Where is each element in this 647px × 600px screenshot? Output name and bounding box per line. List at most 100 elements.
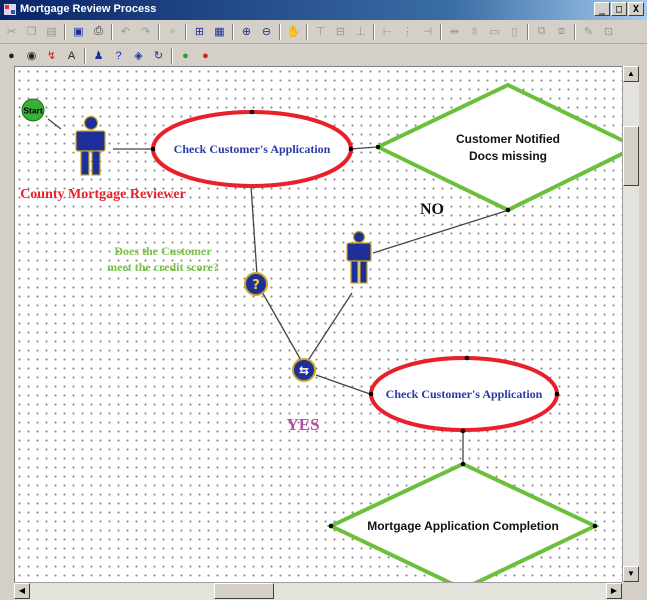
red-node-icon[interactable]: ● bbox=[198, 48, 213, 63]
layout-icon[interactable]: ⊡ bbox=[601, 24, 616, 39]
pan-icon[interactable]: ✋ bbox=[286, 24, 301, 39]
align-center-icon[interactable]: ⋮ bbox=[400, 24, 415, 39]
actor1-head bbox=[83, 115, 99, 131]
toolbar-separator bbox=[232, 23, 234, 40]
question-label-line1: Does the Customer bbox=[114, 244, 212, 258]
vertical-scroll-thumb[interactable] bbox=[623, 126, 639, 186]
decision-icon: ? bbox=[252, 278, 260, 293]
copy-icon[interactable]: ❐ bbox=[24, 24, 39, 39]
actor1-right-leg bbox=[91, 150, 101, 176]
loop-tool-icon[interactable]: ↻ bbox=[151, 48, 166, 63]
actor1-body bbox=[75, 130, 106, 152]
actor1-left-leg bbox=[80, 150, 90, 176]
diagram-canvas[interactable]: Start County Mortgage Reviewer Check Cus… bbox=[14, 66, 623, 583]
preview-icon[interactable]: ⌕ bbox=[165, 24, 180, 39]
toolbar-separator bbox=[306, 23, 308, 40]
anchor-point bbox=[249, 109, 255, 115]
start-tool-icon[interactable]: ● bbox=[4, 48, 19, 63]
app-icon bbox=[4, 4, 16, 15]
activity-to-decision-connector bbox=[250, 185, 258, 276]
close-button[interactable]: X bbox=[628, 2, 644, 16]
toolbar-separator bbox=[185, 23, 187, 40]
save-icon[interactable]: ▣ bbox=[71, 24, 86, 39]
standard-toolbar: ✂ ❐ ▤ ▣ ⎙ ↶ ↷ ⌕ ⊞ ▦ ⊕ ⊖ ✋ ⊤ ⊟ ⊥ ⊢ ⋮ ⊣ ⇹ ⇳ ▭ ▯ ⧉ ⧈ ✎ ⊡ bbox=[0, 20, 647, 44]
scroll-left-button[interactable]: ◀ bbox=[14, 583, 30, 599]
merge-icon: ⇆ bbox=[299, 364, 309, 378]
anchor-point bbox=[375, 144, 381, 150]
decision-tool-icon[interactable]: ? bbox=[111, 48, 126, 63]
actor2-body bbox=[346, 242, 372, 262]
title-bar: Mortgage Review Process _ □ X bbox=[0, 0, 647, 20]
space-h-icon[interactable]: ⇹ bbox=[447, 24, 462, 39]
scroll-down-button[interactable]: ▼ bbox=[623, 566, 639, 582]
actor-tool-icon[interactable]: ♟ bbox=[91, 48, 106, 63]
left-frame bbox=[0, 66, 14, 599]
same-height-icon[interactable]: ▯ bbox=[507, 24, 522, 39]
activity1-label: Check Customer's Application bbox=[174, 142, 331, 156]
scroll-up-button[interactable]: ▲ bbox=[623, 66, 639, 82]
start-connector bbox=[47, 118, 62, 130]
anchor-point bbox=[464, 355, 470, 361]
same-width-icon[interactable]: ▭ bbox=[487, 24, 502, 39]
scroll-right-button[interactable]: ▶ bbox=[606, 583, 622, 599]
actor-county-mortgage-reviewer[interactable] bbox=[75, 115, 106, 176]
shape-toolbar: ● ◉ ↯ A ♟? ◈ ↻ ● ● bbox=[0, 44, 647, 68]
actor-customer[interactable] bbox=[346, 230, 372, 284]
green-node-icon[interactable]: ● bbox=[178, 48, 193, 63]
print-icon[interactable]: ⎙ bbox=[91, 24, 106, 39]
right-frame bbox=[638, 66, 647, 599]
anchor-point bbox=[368, 391, 374, 397]
activity-check-application-2[interactable]: Check Customer's Application bbox=[369, 356, 559, 432]
space-v-icon[interactable]: ⇳ bbox=[467, 24, 482, 39]
start-label: Start bbox=[23, 106, 43, 116]
no-label: NO bbox=[420, 201, 444, 218]
vertical-scrollbar[interactable]: ▲ ▼ bbox=[622, 66, 639, 582]
toolbar-separator bbox=[279, 23, 281, 40]
toolbar-separator bbox=[373, 23, 375, 40]
anchor-point bbox=[460, 428, 466, 434]
align-right-icon[interactable]: ⊣ bbox=[420, 24, 435, 39]
workflow-diagram: Start County Mortgage Reviewer Check Cus… bbox=[20, 82, 623, 583]
anchor-point bbox=[554, 391, 560, 397]
paste-icon[interactable]: ▤ bbox=[44, 24, 59, 39]
end-tool-icon[interactable]: ◉ bbox=[24, 48, 39, 63]
actor2-head bbox=[352, 230, 366, 244]
merge-node[interactable]: ⇆ bbox=[292, 358, 316, 382]
align-top-icon[interactable]: ⊤ bbox=[313, 24, 328, 39]
anchor-point bbox=[592, 523, 598, 529]
ungroup-icon[interactable]: ⧈ bbox=[554, 24, 569, 39]
anchor-point bbox=[150, 146, 156, 152]
decision-node[interactable]: ? bbox=[244, 272, 268, 296]
text-tool-icon[interactable]: A bbox=[64, 48, 79, 63]
undo-icon[interactable]: ↶ bbox=[118, 24, 133, 39]
zoom-out-icon[interactable]: ⊖ bbox=[259, 24, 274, 39]
fit-icon[interactable]: ⊞ bbox=[192, 24, 207, 39]
minimize-button[interactable]: _ bbox=[594, 2, 610, 16]
align-left-icon[interactable]: ⊢ bbox=[380, 24, 395, 39]
actor2-right-leg bbox=[359, 260, 368, 284]
toolbar-separator bbox=[574, 23, 576, 40]
maximize-button[interactable]: □ bbox=[611, 2, 627, 16]
horizontal-scroll-thumb[interactable] bbox=[214, 583, 274, 599]
diamond-customer-notified[interactable]: Customer Notified Docs missing bbox=[373, 82, 623, 213]
cut-icon[interactable]: ✂ bbox=[4, 24, 19, 39]
toolbar-separator bbox=[527, 23, 529, 40]
activity-to-diamond-connector bbox=[349, 146, 378, 150]
align-middle-icon[interactable]: ⊟ bbox=[333, 24, 348, 39]
start-node[interactable]: Start bbox=[21, 98, 45, 122]
actor2-to-merge-connector bbox=[306, 292, 353, 363]
horizontal-scrollbar[interactable]: ◀ ▶ bbox=[14, 582, 622, 600]
anchor-point bbox=[505, 207, 511, 213]
zoom-in-icon[interactable]: ⊕ bbox=[239, 24, 254, 39]
group-icon[interactable]: ⧉ bbox=[534, 24, 549, 39]
merge-to-activity2-connector bbox=[315, 374, 371, 395]
grid-icon[interactable]: ▦ bbox=[212, 24, 227, 39]
merge-tool-icon[interactable]: ◈ bbox=[131, 48, 146, 63]
toolbar-separator bbox=[64, 23, 66, 40]
properties-icon[interactable]: ✎ bbox=[581, 24, 596, 39]
redo-icon[interactable]: ↷ bbox=[138, 24, 153, 39]
connector-tool-icon[interactable]: ↯ bbox=[44, 48, 59, 63]
align-bottom-icon[interactable]: ⊥ bbox=[353, 24, 368, 39]
diamond-mortgage-completion[interactable]: Mortgage Application Completion bbox=[326, 461, 600, 583]
activity-check-application-1[interactable]: Check Customer's Application bbox=[151, 110, 353, 188]
